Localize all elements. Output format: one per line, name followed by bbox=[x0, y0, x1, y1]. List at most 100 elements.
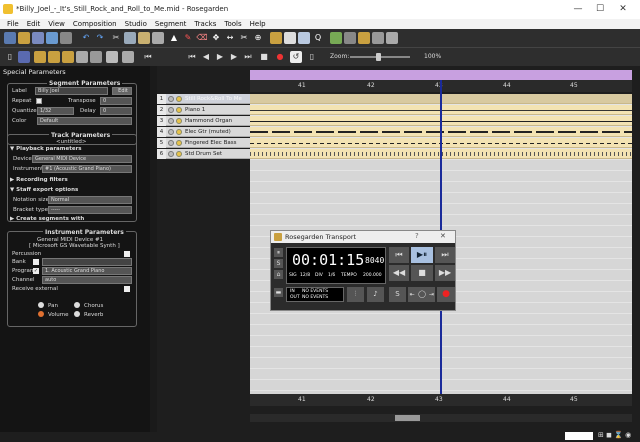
quantize-icon[interactable] bbox=[386, 32, 398, 44]
transpose-select[interactable]: 0 bbox=[100, 97, 132, 105]
rewind-icon[interactable]: ◀ bbox=[200, 51, 212, 63]
menu-studio[interactable]: Studio bbox=[125, 20, 147, 28]
mute-led-icon[interactable] bbox=[168, 129, 174, 135]
menu-file[interactable]: File bbox=[7, 20, 19, 28]
undo-icon[interactable]: ↶ bbox=[80, 32, 92, 44]
metronome-icon[interactable]: ▯ bbox=[4, 51, 16, 63]
help-icon[interactable]: ? bbox=[415, 232, 419, 240]
record-led-icon[interactable] bbox=[176, 107, 182, 113]
save-as-icon[interactable] bbox=[46, 32, 58, 44]
rewind-button[interactable]: ◀◀ bbox=[389, 265, 409, 281]
scrollbar-thumb[interactable] bbox=[395, 415, 420, 421]
panel-splitter[interactable] bbox=[150, 66, 157, 432]
redo-icon[interactable]: ↷ bbox=[94, 32, 106, 44]
chorus-knob-icon[interactable] bbox=[74, 302, 80, 308]
segment-stack-icon[interactable] bbox=[62, 51, 74, 63]
staff-export-header[interactable]: ▼ Staff export options bbox=[10, 187, 78, 193]
play-icon[interactable]: ▶ bbox=[214, 51, 226, 63]
fast-forward-button[interactable]: ▶▶ bbox=[435, 265, 455, 281]
record-button[interactable]: ● bbox=[437, 287, 455, 302]
notation-editor-icon[interactable] bbox=[284, 32, 296, 44]
clear-icon[interactable] bbox=[152, 32, 164, 44]
segment-props-icon[interactable] bbox=[122, 51, 134, 63]
track-header-6[interactable]: 6 Std Drum Set bbox=[157, 149, 250, 159]
select-icon[interactable]: ▲ bbox=[168, 32, 180, 44]
track-icon[interactable] bbox=[18, 51, 30, 63]
notation-size-select[interactable]: Normal bbox=[48, 196, 132, 204]
create-segments-header[interactable]: ▶ Create segments with bbox=[10, 216, 84, 222]
menu-edit[interactable]: Edit bbox=[27, 20, 41, 28]
loop-button[interactable]: ◯ bbox=[416, 287, 428, 302]
search-icon[interactable]: Q bbox=[312, 32, 324, 44]
record-led-icon[interactable] bbox=[176, 140, 182, 146]
fast-forward-end-icon[interactable]: ⏭ bbox=[242, 51, 254, 63]
instrument-select[interactable]: #1 (Acoustic Grand Piano) bbox=[42, 165, 132, 173]
solo-button[interactable]: S bbox=[389, 287, 406, 302]
panic-icon[interactable]: ▬ bbox=[274, 288, 283, 297]
mute-led-icon[interactable] bbox=[168, 118, 174, 124]
edit-button[interactable]: Edit bbox=[112, 87, 132, 95]
track-header-2[interactable]: 2 Piano 1 bbox=[157, 105, 250, 115]
track-header-4[interactable]: 4 Elec Gtr (muted) bbox=[157, 127, 250, 137]
studio-icon[interactable] bbox=[330, 32, 342, 44]
metronome-button[interactable]: ♪ bbox=[367, 287, 384, 302]
segment-add-icon[interactable] bbox=[48, 51, 60, 63]
save-icon[interactable] bbox=[32, 32, 44, 44]
track-name[interactable]: Piano 1 bbox=[185, 107, 205, 113]
minimize-button[interactable]: — bbox=[570, 2, 586, 17]
open-icon[interactable] bbox=[18, 32, 30, 44]
marker-bar[interactable] bbox=[250, 70, 632, 80]
tempo-icon[interactable] bbox=[372, 32, 384, 44]
repeat-checkbox[interactable] bbox=[36, 98, 42, 104]
matrix-editor-icon[interactable] bbox=[270, 32, 282, 44]
track-name[interactable]: Hammond Organ bbox=[185, 118, 232, 124]
channel-select[interactable]: auto bbox=[42, 276, 132, 284]
program-checkbox[interactable]: ✓ bbox=[33, 268, 39, 274]
draw-icon[interactable]: ✎ bbox=[182, 32, 194, 44]
device-select[interactable]: General MIDI Device bbox=[32, 155, 132, 163]
menu-help[interactable]: Help bbox=[250, 20, 266, 28]
solo-icon[interactable]: S bbox=[274, 259, 283, 268]
record-led-icon[interactable] bbox=[176, 118, 182, 124]
track-header-1[interactable]: 1 Still Rock&Roll To Me bbox=[157, 94, 250, 104]
color-select[interactable]: Default bbox=[37, 117, 132, 125]
join-icon[interactable]: ⊕ bbox=[252, 32, 264, 44]
set-start-marker-button[interactable]: ⇤ bbox=[408, 287, 416, 302]
close-icon[interactable]: ✕ bbox=[440, 232, 446, 240]
event-list-icon[interactable] bbox=[298, 32, 310, 44]
mute-led-icon[interactable] bbox=[168, 140, 174, 146]
time-display[interactable]: 00:01:15 8040 SIG 12/8 DIV 1/6 TEMPO 200… bbox=[286, 247, 386, 284]
bank-select[interactable] bbox=[42, 258, 132, 266]
fast-forward-icon[interactable]: ▶ bbox=[228, 51, 240, 63]
horizontal-scrollbar[interactable] bbox=[250, 414, 632, 422]
record-led-icon[interactable] bbox=[176, 151, 182, 157]
move-icon[interactable]: ✥ bbox=[210, 32, 222, 44]
playback-parameters-header[interactable]: ▼ Playback parameters bbox=[10, 146, 82, 152]
menu-view[interactable]: View bbox=[48, 20, 65, 28]
volume-knob-icon[interactable] bbox=[38, 311, 44, 317]
resize-icon[interactable]: ↔ bbox=[224, 32, 236, 44]
segment-labels-icon[interactable] bbox=[106, 51, 118, 63]
maximize-button[interactable]: ☐ bbox=[592, 2, 608, 17]
recording-filters-header[interactable]: ▶ Recording filters bbox=[10, 177, 68, 183]
pan-knob-icon[interactable] bbox=[38, 302, 44, 308]
new-icon[interactable] bbox=[4, 32, 16, 44]
rewind-to-start-button[interactable]: ⏮ bbox=[389, 247, 409, 263]
record-led-icon[interactable] bbox=[176, 129, 182, 135]
menu-composition[interactable]: Composition bbox=[73, 20, 117, 28]
mute-led-icon[interactable] bbox=[168, 151, 174, 157]
track-header-5[interactable]: 5 Fingered Elec Bass bbox=[157, 138, 250, 148]
pause-small-icon[interactable]: ⏸ bbox=[274, 248, 283, 257]
segment-icon[interactable] bbox=[34, 51, 46, 63]
print-icon[interactable] bbox=[60, 32, 72, 44]
copy-icon[interactable] bbox=[124, 32, 136, 44]
track-name[interactable]: Still Rock&Roll To Me bbox=[185, 96, 242, 102]
cut-icon[interactable]: ✂ bbox=[110, 32, 122, 44]
track-name[interactable]: Std Drum Set bbox=[185, 151, 222, 157]
mute-led-icon[interactable] bbox=[168, 96, 174, 102]
fast-forward-end-button[interactable]: ⏭ bbox=[435, 247, 455, 263]
markers-icon[interactable] bbox=[358, 32, 370, 44]
zoom-slider-handle[interactable] bbox=[376, 53, 381, 61]
loop-icon[interactable]: ↺ bbox=[290, 51, 302, 63]
program-select[interactable]: 1. Acoustic Grand Piano bbox=[42, 267, 132, 275]
